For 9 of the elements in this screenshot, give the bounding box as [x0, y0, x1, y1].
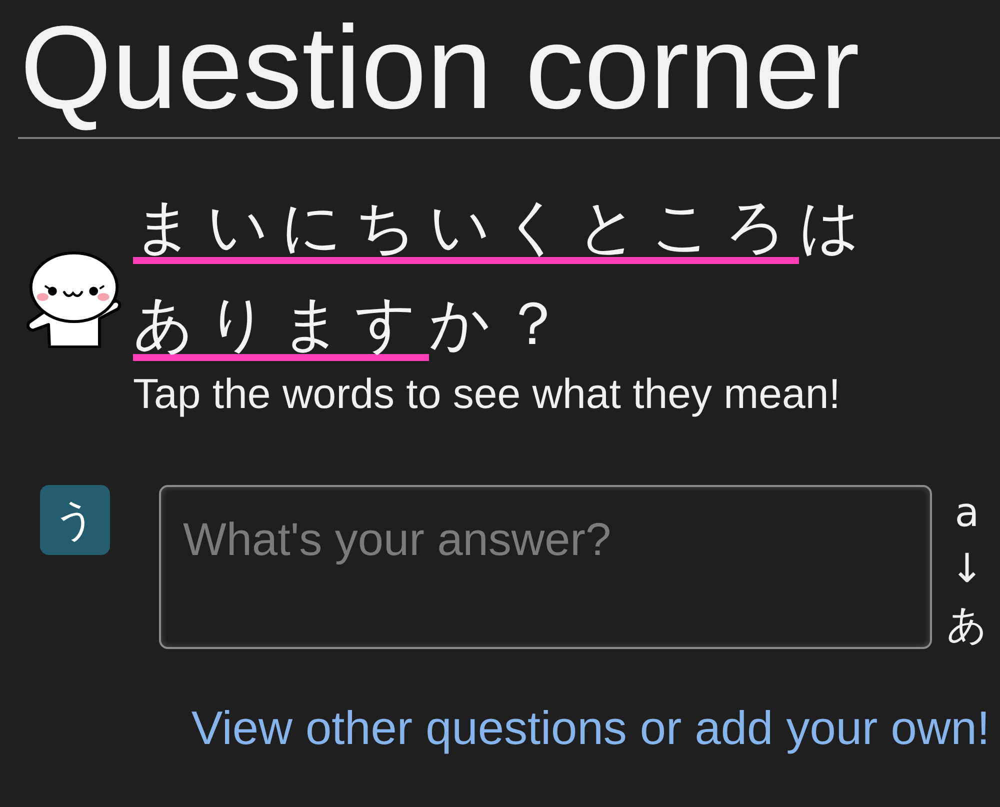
answer-field[interactable]: What's your answer? — [159, 485, 932, 649]
blob-character-icon — [25, 250, 123, 348]
question-text: まいにちいくところ は あります か？ — [133, 191, 874, 363]
word-link[interactable]: あります — [133, 294, 429, 361]
hint-text: Tap the words to see what they mean! — [133, 369, 840, 419]
romaji-kana-toggle[interactable]: a ↓ あ — [944, 485, 990, 653]
kana-mode-button[interactable]: う — [40, 485, 110, 555]
view-questions-link[interactable]: View other questions or add your own! — [191, 700, 990, 756]
word-link[interactable]: まいにちいくところ — [133, 197, 799, 264]
